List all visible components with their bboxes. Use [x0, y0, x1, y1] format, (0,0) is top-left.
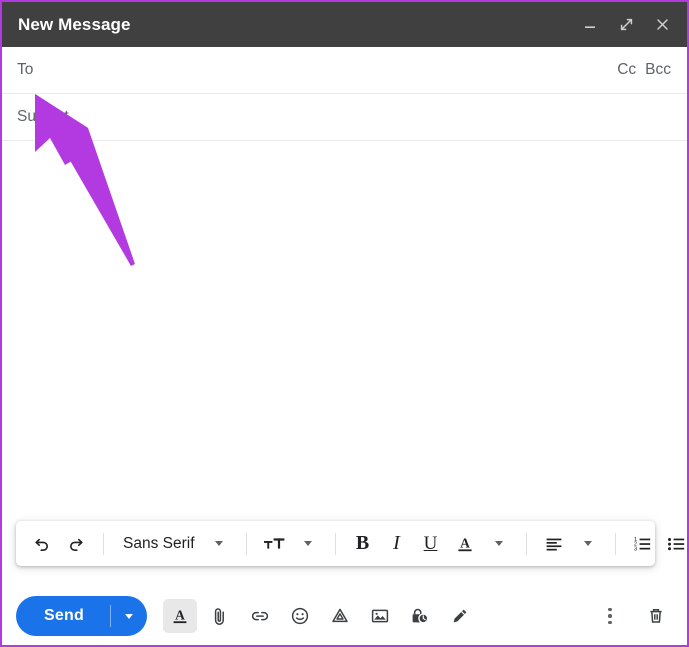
- minimize-icon[interactable]: [579, 14, 601, 36]
- svg-text:A: A: [460, 535, 470, 550]
- more-options-icon[interactable]: [593, 599, 627, 633]
- subject-input[interactable]: Subject: [17, 108, 671, 126]
- send-options-chevron-down-icon[interactable]: [111, 596, 147, 636]
- italic-button[interactable]: I: [381, 529, 413, 559]
- compose-titlebar: New Message: [2, 2, 687, 47]
- message-body-input[interactable]: [2, 141, 687, 517]
- text-color-icon[interactable]: A: [449, 529, 481, 559]
- bold-button[interactable]: B: [347, 529, 379, 559]
- align-icon[interactable]: [538, 529, 570, 559]
- send-button-group[interactable]: Send: [16, 596, 147, 636]
- formatting-options-icon[interactable]: A: [162, 599, 197, 633]
- font-size-icon[interactable]: [258, 529, 290, 559]
- page-title: New Message: [18, 14, 131, 34]
- formatting-toolbar: Sans Serif B I U A 1 2 3: [16, 521, 685, 566]
- bulleted-list-icon[interactable]: [661, 529, 687, 559]
- toolbar-divider: [525, 532, 527, 555]
- cc-bcc-group: Cc Bcc: [617, 61, 671, 79]
- toolbar-divider: [245, 532, 247, 555]
- attach-file-icon[interactable]: [203, 599, 237, 633]
- cc-button[interactable]: Cc: [617, 61, 636, 79]
- toolbar-divider: [334, 532, 336, 555]
- compose-tool-icons: A: [162, 599, 477, 633]
- font-family-chevron-down-icon[interactable]: [203, 529, 235, 559]
- insert-link-icon[interactable]: [243, 599, 277, 633]
- send-button[interactable]: Send: [16, 596, 110, 636]
- font-family-select[interactable]: Sans Serif: [115, 535, 201, 553]
- align-chevron-down-icon[interactable]: [572, 529, 604, 559]
- undo-icon[interactable]: [26, 529, 58, 559]
- insert-photo-icon[interactable]: [363, 599, 397, 633]
- action-bar-right-icons: [593, 599, 673, 633]
- bcc-button[interactable]: Bcc: [645, 61, 671, 79]
- compose-action-bar: Send A: [2, 587, 687, 645]
- svg-text:3: 3: [634, 546, 637, 552]
- insert-emoji-icon[interactable]: [283, 599, 317, 633]
- to-field-row[interactable]: To Cc Bcc: [2, 47, 687, 94]
- confidential-mode-icon[interactable]: [403, 599, 437, 633]
- toolbar-divider: [614, 532, 616, 555]
- expand-icon[interactable]: [615, 14, 637, 36]
- gmail-compose-window: New Message To Cc Bcc Subject Sans Serif…: [0, 0, 689, 647]
- redo-icon[interactable]: [60, 529, 92, 559]
- subject-field-row[interactable]: Subject: [2, 94, 687, 141]
- close-icon[interactable]: [651, 14, 673, 36]
- to-input[interactable]: To: [17, 61, 617, 79]
- discard-draft-icon[interactable]: [639, 599, 673, 633]
- insert-signature-icon[interactable]: [443, 599, 477, 633]
- numbered-list-icon[interactable]: 1 2 3: [627, 529, 659, 559]
- font-size-chevron-down-icon[interactable]: [292, 529, 324, 559]
- text-color-chevron-down-icon[interactable]: [483, 529, 515, 559]
- toolbar-divider: [103, 532, 104, 555]
- underline-button[interactable]: U: [415, 529, 447, 559]
- window-controls: [579, 14, 673, 36]
- svg-text:A: A: [175, 607, 185, 622]
- insert-drive-icon[interactable]: [323, 599, 357, 633]
